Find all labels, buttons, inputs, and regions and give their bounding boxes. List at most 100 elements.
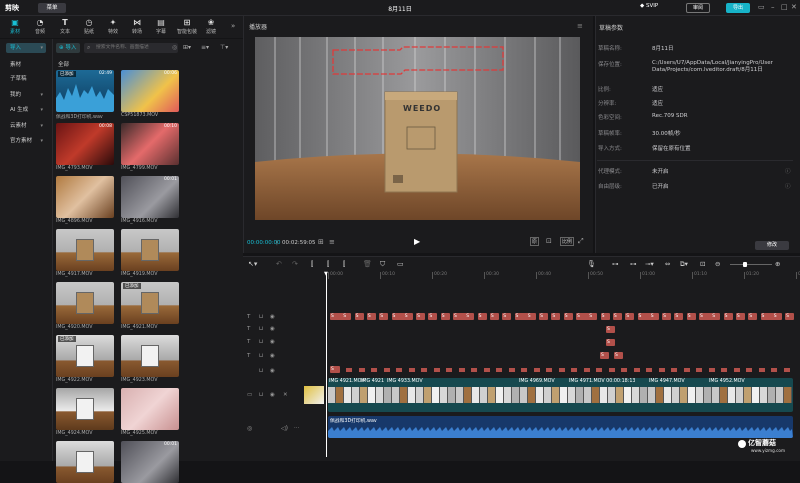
text-clip[interactable]: S (606, 339, 615, 346)
marker-clip[interactable] (571, 368, 577, 372)
tab-audio[interactable]: ◔ 音频 (28, 18, 52, 35)
split-left-icon[interactable]: ⫿ (327, 260, 329, 269)
subtitle-clip[interactable]: S (662, 313, 672, 320)
marker-clip[interactable] (608, 368, 615, 372)
marker-clip[interactable] (633, 368, 640, 372)
subtitle-clip[interactable]: S (489, 313, 499, 320)
ai-search-icon[interactable]: ◎ (172, 44, 177, 51)
subtitle-clip[interactable]: S (477, 313, 487, 320)
sidebar-item-import[interactable]: 导入 ▾ (6, 43, 46, 53)
marker-clip[interactable] (583, 368, 590, 372)
redo-icon[interactable]: ↷ (292, 260, 298, 268)
select-tool-icon[interactable]: ↖▾ (248, 260, 257, 268)
subtitle-clip[interactable]: S (551, 313, 561, 320)
subtitle-clip[interactable]: S (403, 313, 413, 320)
subtitle-clip[interactable]: S (674, 313, 684, 320)
maximize-icon[interactable]: □ (781, 3, 788, 11)
subtitle-clip[interactable]: S (440, 313, 450, 320)
tab-filter[interactable]: ❀ 滤镜 (199, 18, 223, 35)
lock-icon[interactable]: ⊔ (259, 339, 263, 345)
layout-icon[interactable]: ▭ (758, 3, 765, 11)
mark-icon[interactable]: ⛉ (380, 260, 385, 269)
lock-icon[interactable]: ⊔ (259, 326, 263, 332)
lock-icon[interactable]: ⊔ (259, 314, 263, 320)
subtitle-clip[interactable]: S (428, 313, 438, 320)
media-thumbnail[interactable] (121, 388, 179, 430)
info-icon[interactable]: ⓘ (785, 182, 791, 190)
video-clip-label[interactable]: IMG 4933.MOV (387, 379, 423, 384)
media-thumbnail[interactable] (121, 229, 179, 271)
review-button[interactable]: 审阅 (686, 3, 710, 13)
subtitle-clip[interactable]: S (354, 313, 364, 320)
zoom-slider-thumb[interactable] (743, 262, 747, 267)
marker-clip[interactable] (658, 368, 665, 372)
lock-icon[interactable]: ⊔ (259, 353, 263, 359)
media-thumbnail[interactable]: 已添加 (121, 282, 179, 324)
sidebar-item-subdraft[interactable]: 子草稿 (6, 74, 46, 84)
text-clip[interactable]: S (614, 352, 623, 359)
media-thumbnail[interactable]: 00:08 (56, 123, 114, 165)
audio-track-clip[interactable]: 佩战和3D打印机.wav (328, 416, 793, 438)
view-grid-icon[interactable]: ⊞▾ (183, 44, 191, 51)
minimize-icon[interactable]: – (771, 3, 775, 11)
preview-axis-icon[interactable]: ⇔ (665, 260, 670, 268)
visibility-icon[interactable]: ◉ (270, 326, 275, 332)
marker-clip[interactable] (621, 368, 627, 372)
media-thumbnail[interactable] (56, 282, 114, 324)
sidebar-item-ai[interactable]: AI 生成 ▾ (6, 105, 46, 115)
visibility-icon[interactable]: ◉ (270, 392, 275, 398)
marker-clip[interactable] (696, 368, 702, 372)
marker-clip[interactable] (358, 368, 365, 372)
marker-clip[interactable] (558, 368, 565, 372)
text-clip[interactable]: S (606, 326, 615, 333)
subtitle-clip[interactable]: S (612, 313, 622, 320)
tab-effects[interactable]: ✦ 特效 (101, 18, 125, 35)
subtitle-clip[interactable]: S (588, 313, 598, 320)
tab-smart-pack[interactable]: ⊞ 智能包装 (174, 18, 200, 35)
import-button[interactable]: ⊕ 导入 (56, 43, 80, 53)
player-menu-icon[interactable]: ≡ (577, 22, 583, 30)
subtitle-clip[interactable]: S (465, 313, 475, 320)
tab-captions[interactable]: ▤ 字幕 (149, 18, 173, 35)
media-thumbnail[interactable] (56, 388, 114, 430)
caption-icon[interactable]: ⧉▾ (680, 260, 688, 269)
video-clip-label[interactable]: IMG 4969.MOV (519, 379, 555, 384)
media-thumbnail[interactable] (56, 176, 114, 218)
main-track-link-icon[interactable]: ⊶ (612, 260, 619, 268)
playhead-handle-icon[interactable]: ▼ (324, 271, 328, 277)
vip-badge[interactable]: ◆ SVIP (640, 3, 658, 9)
marker-clip[interactable] (596, 368, 602, 372)
fullscreen-icon[interactable]: ⤢ (578, 237, 584, 246)
cover-thumbnail[interactable] (304, 386, 324, 404)
sidebar-item-material[interactable]: 素材 (6, 60, 46, 70)
subtitle-clip[interactable]: S (735, 313, 745, 320)
modify-button[interactable]: 修改 (755, 241, 789, 250)
subtitle-clip[interactable]: S (649, 313, 659, 320)
subtitle-clip[interactable]: S (711, 313, 721, 320)
marker-clip[interactable] (421, 368, 427, 372)
sort-icon[interactable]: ≡▾ (201, 44, 209, 51)
visibility-icon[interactable]: ◉ (270, 314, 275, 320)
mute-icon[interactable]: ✕ (283, 392, 288, 398)
marker-clip[interactable] (708, 368, 715, 372)
text-clip[interactable]: S (330, 366, 340, 373)
lock-icon[interactable]: ⊔ (259, 392, 263, 398)
info-icon[interactable]: ⓘ (785, 167, 791, 175)
media-thumbnail[interactable]: 00:10 (121, 123, 179, 165)
subtitle-clip[interactable]: S (502, 313, 512, 320)
marker-clip[interactable] (471, 368, 477, 372)
video-clip-label[interactable]: IMG 4947.MOV (649, 379, 685, 384)
delete-icon[interactable]: 🗑 (363, 260, 372, 268)
video-clip-label[interactable]: IMG 4952.MOV (709, 379, 745, 384)
marker-clip[interactable] (721, 368, 727, 372)
marker-clip[interactable] (446, 368, 452, 372)
snap-icon[interactable]: ⊶ (630, 260, 637, 268)
tab-media[interactable]: ▣ 素材 (3, 18, 27, 35)
split-icon[interactable]: ⫿ (311, 260, 313, 269)
subtitle-clip[interactable]: S (539, 313, 549, 320)
video-clip-label[interactable]: IMG 4921.MOV (329, 379, 365, 384)
zoom-out-icon[interactable]: ⊖ (715, 260, 720, 268)
tab-transition[interactable]: ⋈ 转场 (125, 18, 149, 35)
play-icon[interactable]: ▶ (414, 237, 420, 246)
split-right-icon[interactable]: ⫿ (343, 260, 345, 269)
